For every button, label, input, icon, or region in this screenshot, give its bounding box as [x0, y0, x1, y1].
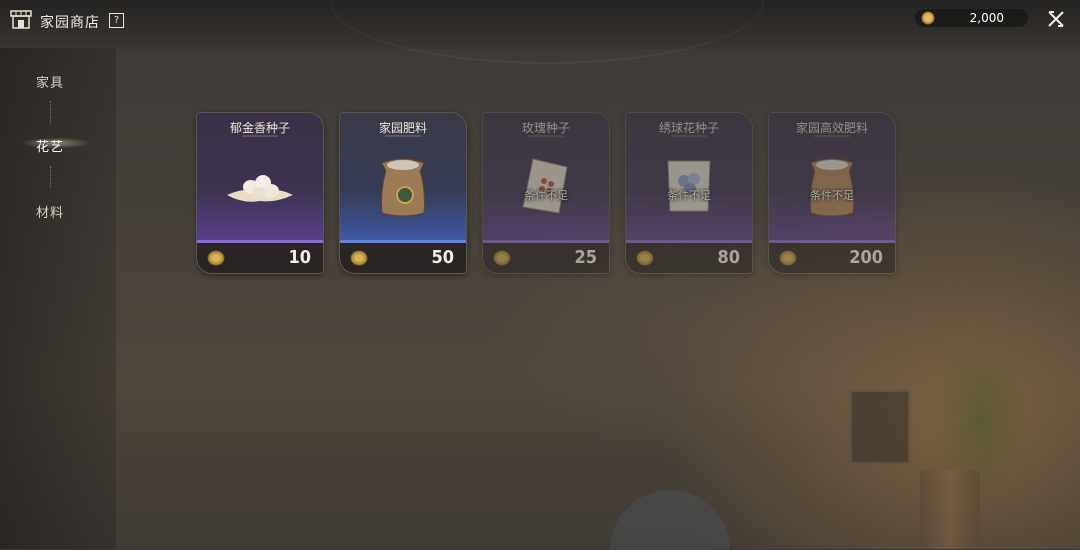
background-barrel: [920, 470, 980, 549]
sidebar-divider: [50, 166, 51, 188]
gold-coin-icon: [350, 250, 368, 266]
locked-label: 条件不足: [524, 189, 568, 202]
seed-packet-icon: [522, 158, 568, 214]
gold-coin-icon: [779, 250, 797, 266]
seed-packet-icon: [667, 160, 711, 212]
background-plant: [900, 299, 1060, 549]
fertilizer-sack-icon: [381, 158, 425, 217]
name-divider: [626, 135, 752, 139]
shop-card[interactable]: 家园肥料 50: [339, 112, 467, 274]
sidebar-item-floral[interactable]: 花艺: [0, 136, 100, 155]
item-name: 家园肥料: [378, 121, 427, 135]
help-button[interactable]: ?: [109, 13, 124, 28]
gold-coin-icon: [636, 250, 654, 266]
sidebar-item-materials[interactable]: 材料: [0, 202, 100, 221]
background-sign: [610, 490, 730, 550]
gold-coin-icon: [921, 11, 935, 25]
close-icon[interactable]: [1046, 9, 1066, 29]
locked-label: 条件不足: [810, 189, 854, 202]
item-name: 玫瑰种子: [521, 121, 570, 135]
name-divider: [340, 135, 466, 139]
gold-coin-icon: [493, 250, 511, 266]
item-name: 家园高效肥料: [795, 121, 868, 135]
shop-card-locked[interactable]: 家园高效肥料 条件不足 200: [768, 112, 896, 274]
page-title: 家园商店: [40, 15, 100, 31]
name-divider: [769, 135, 895, 139]
sidebar-item-furniture[interactable]: 家具: [0, 72, 100, 91]
currency-display: 2,000: [915, 9, 1028, 27]
item-name: 绣球花种子: [658, 121, 719, 135]
shop-icon: [10, 10, 32, 29]
sidebar-divider: [50, 101, 51, 123]
item-price: 25: [574, 247, 597, 268]
shop-card-locked[interactable]: 玫瑰种子 条件不足 25: [482, 112, 610, 274]
category-sidebar: 家具 花艺 材料: [0, 48, 117, 549]
item-price: 10: [288, 247, 311, 268]
shop-card-locked[interactable]: 绣球花种子 条件不足 80: [625, 112, 753, 274]
item-price: 200: [849, 247, 883, 268]
seed-pile-icon: [227, 175, 293, 202]
name-divider: [197, 135, 323, 139]
shop-card[interactable]: 郁金香种子 10: [196, 112, 324, 274]
background-menu-board: [850, 390, 910, 464]
currency-amount: 2,000: [969, 11, 1004, 25]
item-name: 郁金香种子: [229, 121, 290, 135]
fertilizer-sack-icon: [810, 158, 854, 217]
gold-coin-icon: [207, 250, 225, 266]
top-bar: 家园商店 ? 2,000: [0, 0, 1080, 49]
item-price: 50: [431, 247, 454, 268]
locked-label: 条件不足: [667, 189, 711, 202]
name-divider: [483, 135, 609, 139]
item-price: 80: [717, 247, 740, 268]
